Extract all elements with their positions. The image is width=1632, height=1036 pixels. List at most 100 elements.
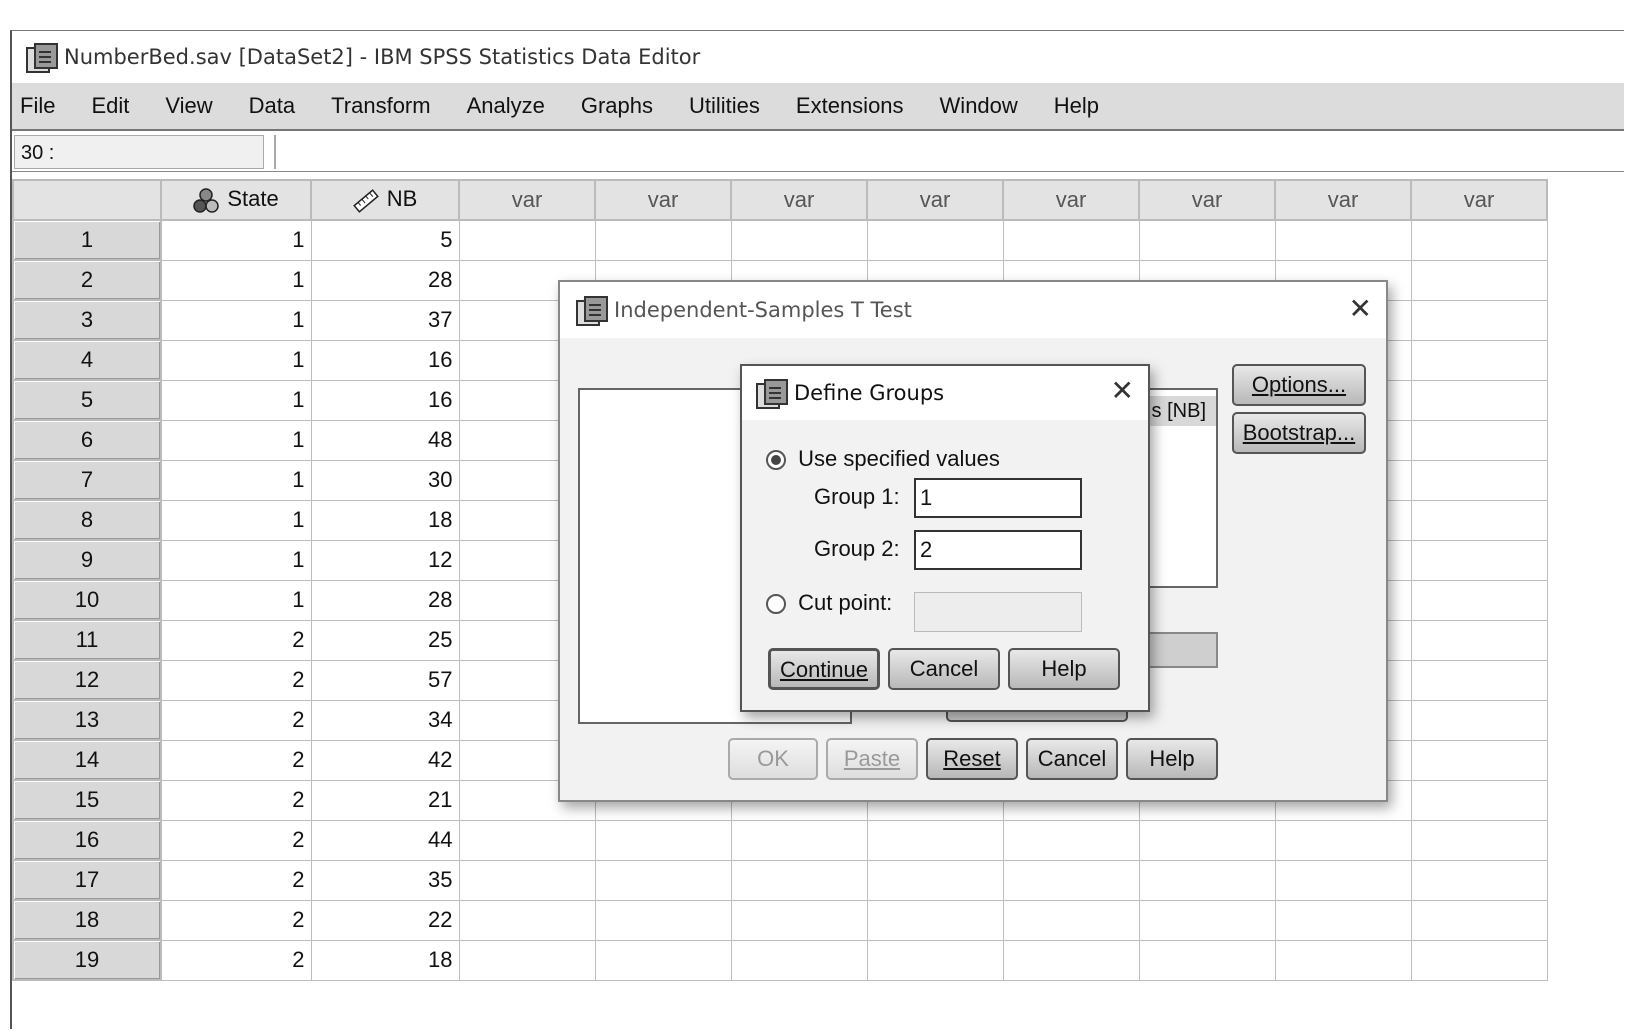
cell-empty[interactable] <box>1274 939 1412 981</box>
cell-nb[interactable]: 57 <box>310 659 460 701</box>
cell-state[interactable]: 1 <box>160 379 312 421</box>
row-number[interactable]: 11 <box>12 619 162 661</box>
row-number[interactable]: 4 <box>12 339 162 381</box>
ok-button[interactable]: OK <box>728 738 818 780</box>
group2-input[interactable]: 2 <box>914 530 1082 570</box>
row-number[interactable]: 12 <box>12 659 162 701</box>
cell-empty[interactable] <box>1002 939 1140 981</box>
cell-empty[interactable] <box>458 819 596 861</box>
use-specified-values-option[interactable]: Use specified values <box>766 446 1000 472</box>
cell-empty[interactable] <box>1410 859 1548 901</box>
cell-state[interactable]: 1 <box>160 299 312 341</box>
cell-empty[interactable] <box>1410 739 1548 781</box>
cell-empty[interactable] <box>594 939 732 981</box>
menu-help[interactable]: Help <box>1054 93 1099 119</box>
cell-state[interactable]: 1 <box>160 219 312 261</box>
row-number[interactable]: 9 <box>12 539 162 581</box>
cell-empty[interactable] <box>1410 539 1548 581</box>
cell-empty[interactable] <box>730 859 868 901</box>
cell-state[interactable]: 1 <box>160 259 312 301</box>
cell-empty[interactable] <box>594 859 732 901</box>
corner-header[interactable] <box>12 179 162 221</box>
column-header-var[interactable]: var <box>594 179 732 221</box>
row-number[interactable]: 7 <box>12 459 162 501</box>
cell-empty[interactable] <box>1274 819 1412 861</box>
cell-nb[interactable]: 25 <box>310 619 460 661</box>
row-number[interactable]: 10 <box>12 579 162 621</box>
cell-nb[interactable]: 34 <box>310 699 460 741</box>
bootstrap-button[interactable]: Bootstrap... <box>1232 412 1366 454</box>
cut-point-option[interactable]: Cut point: <box>766 590 892 616</box>
column-header-var[interactable]: var <box>1274 179 1412 221</box>
row-number[interactable]: 16 <box>12 819 162 861</box>
cell-empty[interactable] <box>1002 859 1140 901</box>
menu-graphs[interactable]: Graphs <box>581 93 653 119</box>
cell-state[interactable]: 1 <box>160 339 312 381</box>
cell-state[interactable]: 1 <box>160 579 312 621</box>
cell-nb[interactable]: 12 <box>310 539 460 581</box>
cell-nb[interactable]: 44 <box>310 819 460 861</box>
cell-empty[interactable] <box>1138 859 1276 901</box>
menu-window[interactable]: Window <box>940 93 1018 119</box>
cell-empty[interactable] <box>1410 619 1548 661</box>
menu-transform[interactable]: Transform <box>331 93 430 119</box>
cell-state[interactable]: 2 <box>160 699 312 741</box>
menu-extensions[interactable]: Extensions <box>796 93 904 119</box>
paste-button[interactable]: Paste <box>826 738 918 780</box>
cell-empty[interactable] <box>594 899 732 941</box>
cell-empty[interactable] <box>1410 779 1548 821</box>
column-header-var[interactable]: var <box>730 179 868 221</box>
cell-state[interactable]: 1 <box>160 459 312 501</box>
close-icon[interactable]: ✕ <box>1349 292 1372 325</box>
cell-nb[interactable]: 16 <box>310 339 460 381</box>
cell-empty[interactable] <box>1410 419 1548 461</box>
cell-state[interactable]: 2 <box>160 739 312 781</box>
cell-empty[interactable] <box>1410 699 1548 741</box>
column-header-var[interactable]: var <box>1410 179 1548 221</box>
cell-nb[interactable]: 28 <box>310 579 460 621</box>
cell-nb[interactable]: 22 <box>310 899 460 941</box>
cell-empty[interactable] <box>866 939 1004 981</box>
cell-nb[interactable]: 18 <box>310 939 460 981</box>
row-number[interactable]: 1 <box>12 219 162 261</box>
cell-empty[interactable] <box>1410 339 1548 381</box>
row-number[interactable]: 13 <box>12 699 162 741</box>
menu-file[interactable]: File <box>20 93 55 119</box>
row-number[interactable]: 3 <box>12 299 162 341</box>
cell-state[interactable]: 2 <box>160 619 312 661</box>
cell-empty[interactable] <box>1410 259 1548 301</box>
cell-nb[interactable]: 30 <box>310 459 460 501</box>
cell-empty[interactable] <box>1410 939 1548 981</box>
cell-state[interactable]: 2 <box>160 659 312 701</box>
cell-empty[interactable] <box>1410 899 1548 941</box>
cell-empty[interactable] <box>1138 819 1276 861</box>
cell-state[interactable]: 1 <box>160 419 312 461</box>
cell-empty[interactable] <box>1410 819 1548 861</box>
help-button[interactable]: Help <box>1008 648 1120 690</box>
row-number[interactable]: 15 <box>12 779 162 821</box>
row-number[interactable]: 8 <box>12 499 162 541</box>
cell-empty[interactable] <box>1410 299 1548 341</box>
options-button[interactable]: Options... <box>1232 364 1366 406</box>
cell-state[interactable]: 1 <box>160 499 312 541</box>
cell-empty[interactable] <box>866 219 1004 261</box>
cell-empty[interactable] <box>730 939 868 981</box>
cell-empty[interactable] <box>1410 499 1548 541</box>
menu-data[interactable]: Data <box>249 93 295 119</box>
help-button[interactable]: Help <box>1126 738 1218 780</box>
cell-value-input[interactable] <box>274 135 1624 169</box>
cell-empty[interactable] <box>1002 219 1140 261</box>
group1-input[interactable]: 1 <box>914 478 1082 518</box>
row-number[interactable]: 6 <box>12 419 162 461</box>
cell-empty[interactable] <box>1274 219 1412 261</box>
cell-empty[interactable] <box>866 859 1004 901</box>
column-header-var[interactable]: var <box>458 179 596 221</box>
cell-empty[interactable] <box>1002 899 1140 941</box>
cell-empty[interactable] <box>594 219 732 261</box>
cell-nb[interactable]: 37 <box>310 299 460 341</box>
cell-empty[interactable] <box>458 219 596 261</box>
cell-state[interactable]: 2 <box>160 939 312 981</box>
cell-nb[interactable]: 5 <box>310 219 460 261</box>
row-number[interactable]: 17 <box>12 859 162 901</box>
cell-empty[interactable] <box>1002 819 1140 861</box>
